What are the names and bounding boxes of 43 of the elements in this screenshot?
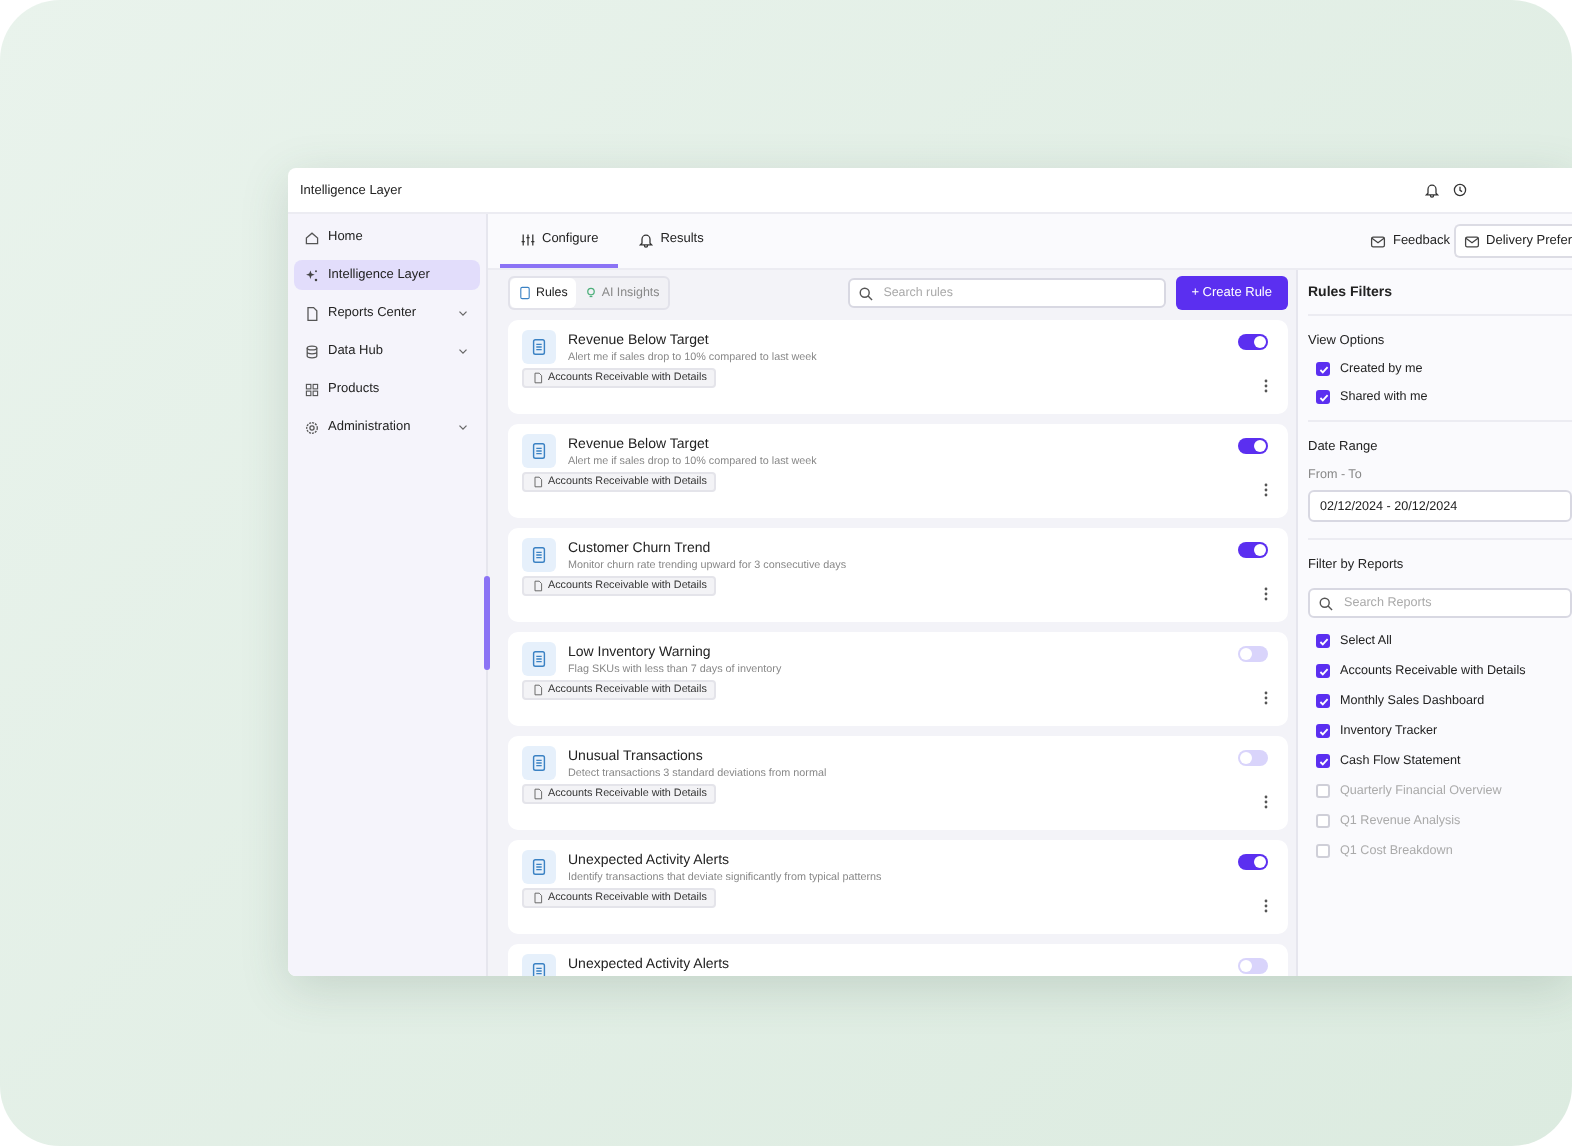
database-icon [304,343,320,359]
document-icon [530,858,548,876]
bell-icon [1424,182,1440,198]
toggle-switch[interactable] [1238,438,1268,454]
document-icon [532,476,544,488]
document-icon [530,962,548,976]
document-icon [530,754,548,772]
house-icon [304,229,320,245]
sparkle-icon [304,267,320,283]
document-icon [530,338,548,356]
gear-icon [304,419,320,435]
chevron-down-icon [456,344,470,358]
grid-icon [304,381,320,397]
checkbox[interactable] [1316,784,1330,798]
lightbulb-icon [583,286,598,300]
document-icon [532,372,544,384]
document-icon [530,442,548,460]
clock-icon [1452,182,1468,198]
toggle-switch[interactable] [1238,750,1268,766]
document-icon [532,684,544,696]
envelope-icon [1464,233,1481,249]
toggle-switch[interactable] [1238,334,1268,350]
checkbox[interactable] [1316,814,1330,828]
envelope-icon [1370,233,1387,249]
toggle-switch[interactable] [1238,646,1268,662]
document-icon [530,650,548,668]
document-icon [532,788,544,800]
document-icon [532,580,544,592]
document-icon [532,892,544,904]
search-icon [857,285,874,301]
chevron-down-icon [456,420,470,434]
document-icon [518,286,532,300]
document-icon [530,546,548,564]
document-icon [304,305,320,321]
toggle-switch[interactable] [1238,854,1268,870]
checkbox[interactable] [1316,844,1330,858]
scrollbar-thumb[interactable] [484,576,490,670]
toggle-switch[interactable] [1238,542,1268,558]
chevron-down-icon [456,306,470,320]
bell-icon [638,231,655,247]
sliders-icon [520,231,536,247]
toggle-switch[interactable] [1238,958,1268,974]
search-icon [1318,595,1334,611]
